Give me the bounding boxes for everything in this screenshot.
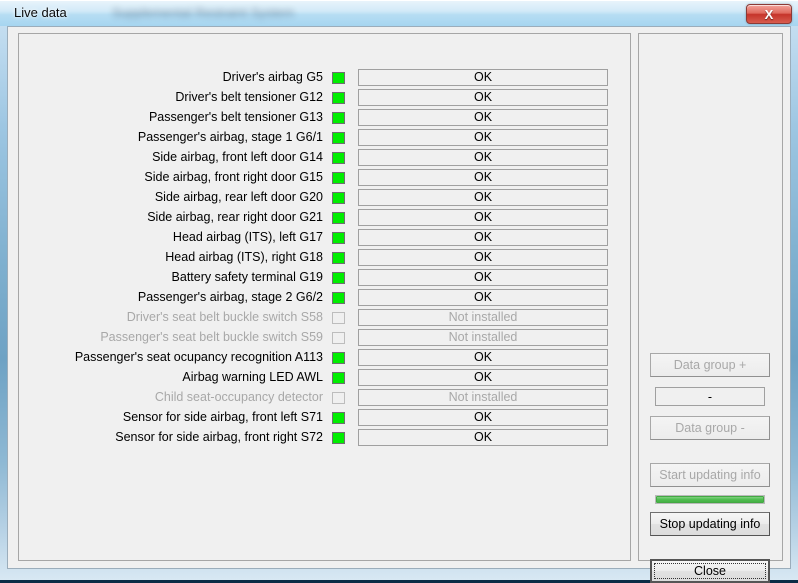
- status-led-on-icon: [332, 212, 345, 224]
- status-led-on-icon: [332, 272, 345, 284]
- row-value-field: Not installed: [358, 309, 608, 326]
- row-label: Passenger's airbag, stage 1 G6/1: [137, 130, 323, 144]
- data-group-plus-button[interactable]: Data group +: [650, 353, 770, 377]
- live-data-row: Driver's belt tensioner G12 OK: [19, 88, 630, 108]
- client-area: Driver's airbag G5 OK Driver's belt tensio…: [7, 26, 791, 583]
- row-value-field: Not installed: [358, 329, 608, 346]
- row-label: Airbag warning LED AWL: [182, 370, 323, 384]
- window-title-redacted-suffix: Supplemental Restraint System: [112, 5, 295, 20]
- row-value-field: OK: [358, 189, 608, 206]
- live-data-row: Child seat-occupancy detector Not install…: [19, 388, 630, 408]
- data-group-minus-button[interactable]: Data group -: [650, 416, 770, 440]
- start-updating-info-button[interactable]: Start updating info: [650, 463, 770, 487]
- live-data-row: Airbag warning LED AWL OK: [19, 368, 630, 388]
- row-value-field: OK: [358, 369, 608, 386]
- row-label: Battery safety terminal G19: [171, 270, 323, 284]
- live-data-row: Sensor for side airbag, front right S72 O…: [19, 428, 630, 448]
- live-data-row: Passenger's belt tensioner G13 OK: [19, 108, 630, 128]
- status-led-on-icon: [332, 72, 345, 84]
- update-progress-bar: [655, 495, 765, 504]
- status-led-on-icon: [332, 132, 345, 144]
- row-value-field: OK: [358, 349, 608, 366]
- status-led-on-icon: [332, 292, 345, 304]
- data-group-value: -: [707, 389, 713, 404]
- status-led-off-icon: [332, 312, 345, 324]
- start-updating-info-label: Start updating info: [659, 468, 761, 482]
- row-label: Sensor for side airbag, front right S72: [115, 430, 323, 444]
- status-led-off-icon: [332, 392, 345, 404]
- row-label: Side airbag, front left door G14: [152, 150, 323, 164]
- update-progress-fill: [656, 496, 764, 503]
- live-data-row: Head airbag (ITS), right G18 OK: [19, 248, 630, 268]
- row-label: Sensor for side airbag, front left S71: [122, 410, 323, 424]
- stop-updating-info-button[interactable]: Stop updating info: [650, 512, 770, 536]
- status-led-on-icon: [332, 232, 345, 244]
- row-label: Side airbag, rear left door G20: [154, 190, 323, 204]
- row-value-field: OK: [358, 109, 608, 126]
- row-value-field: OK: [358, 129, 608, 146]
- live-data-list-panel: Driver's airbag G5 OK Driver's belt tensio…: [18, 33, 631, 561]
- row-label: Passenger's seat ocupancy recognition A1…: [74, 350, 323, 364]
- status-led-on-icon: [332, 372, 345, 384]
- status-led-on-icon: [332, 192, 345, 204]
- close-button[interactable]: Close: [650, 559, 770, 583]
- live-data-row: Passenger's seat ocupancy recognition A1…: [19, 348, 630, 368]
- row-label: Passenger's airbag, stage 2 G6/2: [137, 290, 323, 304]
- close-button-label: Close: [694, 564, 726, 578]
- row-label: Side airbag, front right door G15: [144, 170, 323, 184]
- data-group-value-field: -: [655, 387, 765, 406]
- row-value-field: OK: [358, 409, 608, 426]
- row-label: Driver's airbag G5: [222, 70, 323, 84]
- row-value-field: OK: [358, 89, 608, 106]
- row-value-field: OK: [358, 149, 608, 166]
- title-bar: Live data Supplemental Restraint System …: [0, 0, 798, 26]
- row-label: Side airbag, rear right door G21: [147, 210, 323, 224]
- row-label: Child seat-occupancy detector: [154, 390, 323, 404]
- status-led-on-icon: [332, 92, 345, 104]
- row-label: Head airbag (ITS), right G18: [165, 250, 323, 264]
- status-led-on-icon: [332, 252, 345, 264]
- live-data-row: Side airbag, rear left door G20 OK: [19, 188, 630, 208]
- status-led-on-icon: [332, 352, 345, 364]
- controls-panel: Data group + - Data group - Start updati…: [638, 33, 783, 583]
- status-led-on-icon: [332, 112, 345, 124]
- live-data-row: Passenger's seat belt buckle switch S59 N…: [19, 328, 630, 348]
- live-data-row: Sensor for side airbag, front left S71 OK: [19, 408, 630, 428]
- live-data-row: Driver's seat belt buckle switch S58 Not …: [19, 308, 630, 328]
- row-label: Passenger's belt tensioner G13: [148, 110, 323, 124]
- live-data-row: Head airbag (ITS), left G17 OK: [19, 228, 630, 248]
- live-data-row: Battery safety terminal G19 OK: [19, 268, 630, 288]
- status-led-off-icon: [332, 332, 345, 344]
- live-data-row: Passenger's airbag, stage 1 G6/1 OK: [19, 128, 630, 148]
- live-data-row: Side airbag, rear right door G21 OK: [19, 208, 630, 228]
- live-data-row: Side airbag, front right door G15 OK: [19, 168, 630, 188]
- window-title: Live data: [14, 5, 67, 20]
- status-led-on-icon: [332, 412, 345, 424]
- close-window-button[interactable]: X: [746, 4, 792, 24]
- row-value-field: OK: [358, 429, 608, 446]
- row-value-field: OK: [358, 289, 608, 306]
- row-label: Driver's belt tensioner G12: [175, 90, 323, 104]
- data-group-minus-label: Data group -: [675, 421, 745, 435]
- row-value-field: Not installed: [358, 389, 608, 406]
- data-group-plus-label: Data group +: [673, 358, 747, 372]
- status-led-on-icon: [332, 172, 345, 184]
- stop-updating-info-label: Stop updating info: [659, 517, 761, 531]
- row-value-field: OK: [358, 229, 608, 246]
- live-data-row: Side airbag, front left door G14 OK: [19, 148, 630, 168]
- row-label: Head airbag (ITS), left G17: [172, 230, 323, 244]
- live-data-row: Driver's airbag G5 OK: [19, 68, 630, 88]
- status-led-on-icon: [332, 152, 345, 164]
- close-icon: X: [764, 6, 774, 22]
- row-value-field: OK: [358, 249, 608, 266]
- live-data-row: Passenger's airbag, stage 2 G6/2 OK: [19, 288, 630, 308]
- row-value-field: OK: [358, 69, 608, 86]
- row-label: Driver's seat belt buckle switch S58: [126, 310, 323, 324]
- live-data-window: Live data Supplemental Restraint System …: [0, 0, 798, 583]
- row-value-field: OK: [358, 169, 608, 186]
- row-value-field: OK: [358, 269, 608, 286]
- row-value-field: OK: [358, 209, 608, 226]
- status-led-on-icon: [332, 432, 345, 444]
- row-label: Passenger's seat belt buckle switch S59: [100, 330, 323, 344]
